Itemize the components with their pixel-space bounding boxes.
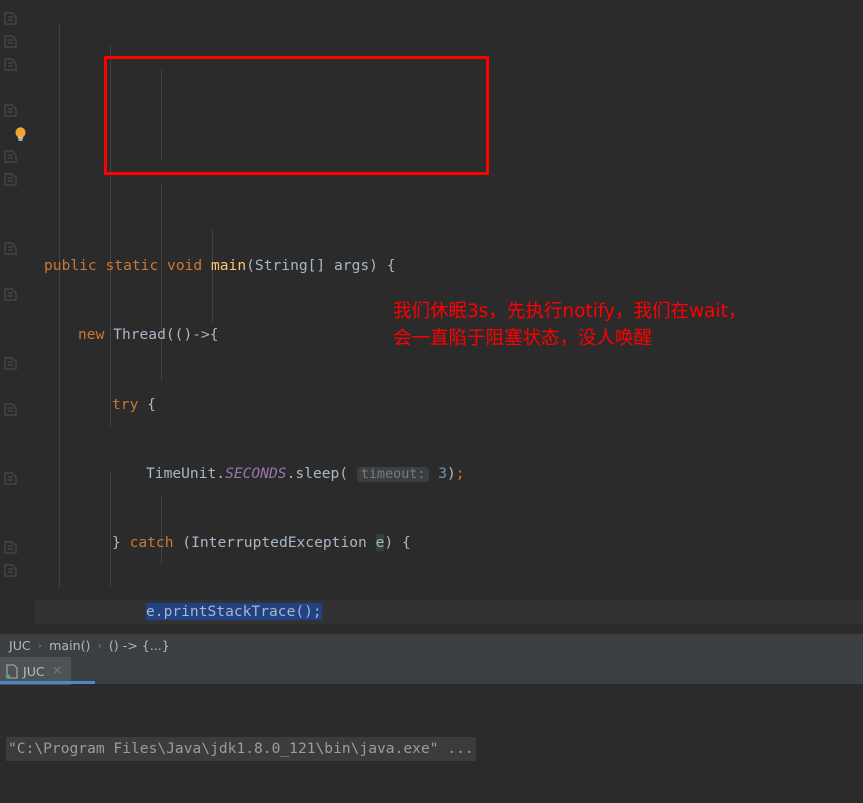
breadcrumb-separator-icon: › (97, 639, 102, 652)
code-line[interactable]: public static void main(String[] args) { (34, 254, 863, 277)
code-fold-icon[interactable] (4, 104, 17, 117)
code-editor[interactable]: public static void main(String[] args) {… (0, 0, 863, 633)
code-fold-icon[interactable] (4, 173, 17, 186)
run-configuration-icon (5, 663, 18, 679)
code-fold-icon[interactable] (4, 58, 17, 71)
selected-text[interactable]: e.printStackTrace(); (146, 603, 322, 621)
breadcrumb-item-method[interactable]: main() (49, 638, 90, 653)
code-line[interactable]: } catch (InterruptedException e) { (34, 531, 863, 554)
code-line[interactable]: TimeUnit.SECONDS.sleep( timeout: 3); (34, 462, 863, 485)
ide-window: public static void main(String[] args) {… (0, 0, 863, 803)
run-tab-label[interactable]: JUC (23, 664, 45, 679)
code-fold-icon[interactable] (4, 472, 17, 485)
breadcrumb[interactable]: JUC › main() › () -> {...} (0, 633, 863, 657)
code-fold-icon[interactable] (4, 242, 17, 255)
code-fold-icon[interactable] (4, 403, 17, 416)
code-fold-icon[interactable] (4, 357, 17, 370)
editor-gutter[interactable] (0, 0, 34, 633)
breadcrumb-item-class[interactable]: JUC (9, 638, 31, 653)
code-fold-icon[interactable] (4, 541, 17, 554)
breadcrumb-item-lambda[interactable]: () -> {...} (109, 638, 170, 653)
console-output[interactable]: "C:\Program Files\Java\jdk1.8.0_121\bin\… (0, 685, 863, 803)
run-tab-active-underline (0, 681, 95, 684)
java-command-text: "C:\Program Files\Java\jdk1.8.0_121\bin\… (6, 737, 476, 761)
code-fold-icon[interactable] (4, 35, 17, 48)
code-line[interactable]: try { (34, 393, 863, 416)
code-fold-icon[interactable] (4, 150, 17, 163)
run-tool-window: JUC ✕ "C:\Program Files\Java\jdk1.8.0_12… (0, 657, 863, 803)
breadcrumb-separator-icon: › (37, 639, 43, 652)
code-line-selected[interactable]: e.printStackTrace(); (34, 600, 863, 624)
annotation-text-line2: 会一直陷于阻塞状态，没人唤醒 (393, 328, 653, 349)
code-fold-icon[interactable] (4, 288, 17, 301)
code-fold-icon[interactable] (4, 12, 17, 25)
run-tab-bar: JUC ✕ (0, 657, 863, 685)
lightbulb-icon[interactable] (12, 126, 29, 143)
console-line-command: "C:\Program Files\Java\jdk1.8.0_121\bin\… (6, 737, 863, 761)
code-fold-icon[interactable] (4, 564, 17, 577)
close-icon[interactable]: ✕ (52, 664, 63, 679)
annotation-text-line1: 我们休眠3s，先执行notify，我们在wait， (393, 301, 747, 322)
